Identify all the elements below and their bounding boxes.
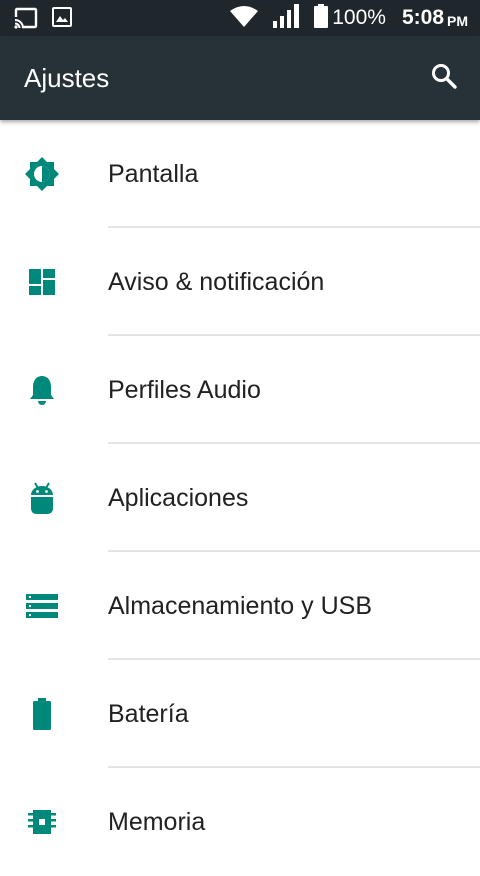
settings-item-label: Batería [108, 700, 189, 728]
app-bar: Ajustes [0, 36, 480, 120]
settings-item-audio[interactable]: Perfiles Audio [0, 336, 480, 444]
cast-icon [14, 7, 38, 34]
settings-item-label: Pantalla [108, 160, 199, 188]
settings-item-aplicaciones[interactable]: Aplicaciones [0, 444, 480, 552]
settings-item-label: Aviso & notificación [108, 268, 325, 296]
settings-item-bateria[interactable]: Batería [0, 660, 480, 768]
settings-item-label: Almacenamiento y USB [108, 592, 373, 620]
memory-icon [22, 802, 62, 842]
clock-time: 5:08 [401, 6, 444, 29]
settings-item-pantalla[interactable]: Pantalla [0, 120, 480, 228]
search-button[interactable] [422, 56, 466, 100]
signal-icon [272, 3, 300, 33]
settings-item-label: Memoria [108, 808, 206, 836]
dashboard-icon [22, 262, 62, 302]
page-title: Ajustes [24, 63, 110, 93]
settings-item-almacenamiento[interactable]: Almacenamiento y USB [0, 552, 480, 660]
wifi-icon [230, 5, 259, 32]
settings-list: Pantalla Aviso & notificación Perfiles A… [0, 120, 480, 876]
settings-item-label: Perfiles Audio [108, 376, 261, 404]
bell-icon [22, 370, 62, 410]
settings-item-memoria[interactable]: Memoria [0, 768, 480, 876]
android-icon [22, 478, 62, 518]
clock-ampm: PM [447, 12, 468, 29]
storage-icon [22, 586, 62, 626]
settings-item-notificaciones[interactable]: Aviso & notificación [0, 228, 480, 336]
status-bar: 100% 5:08 PM [0, 0, 480, 36]
image-icon [52, 7, 72, 34]
battery-icon [314, 3, 329, 33]
battery-full-icon [22, 694, 62, 734]
battery-percentage: 100% [332, 6, 386, 29]
settings-item-label: Aplicaciones [108, 484, 249, 512]
search-icon [430, 62, 458, 95]
brightness-icon [22, 154, 62, 194]
